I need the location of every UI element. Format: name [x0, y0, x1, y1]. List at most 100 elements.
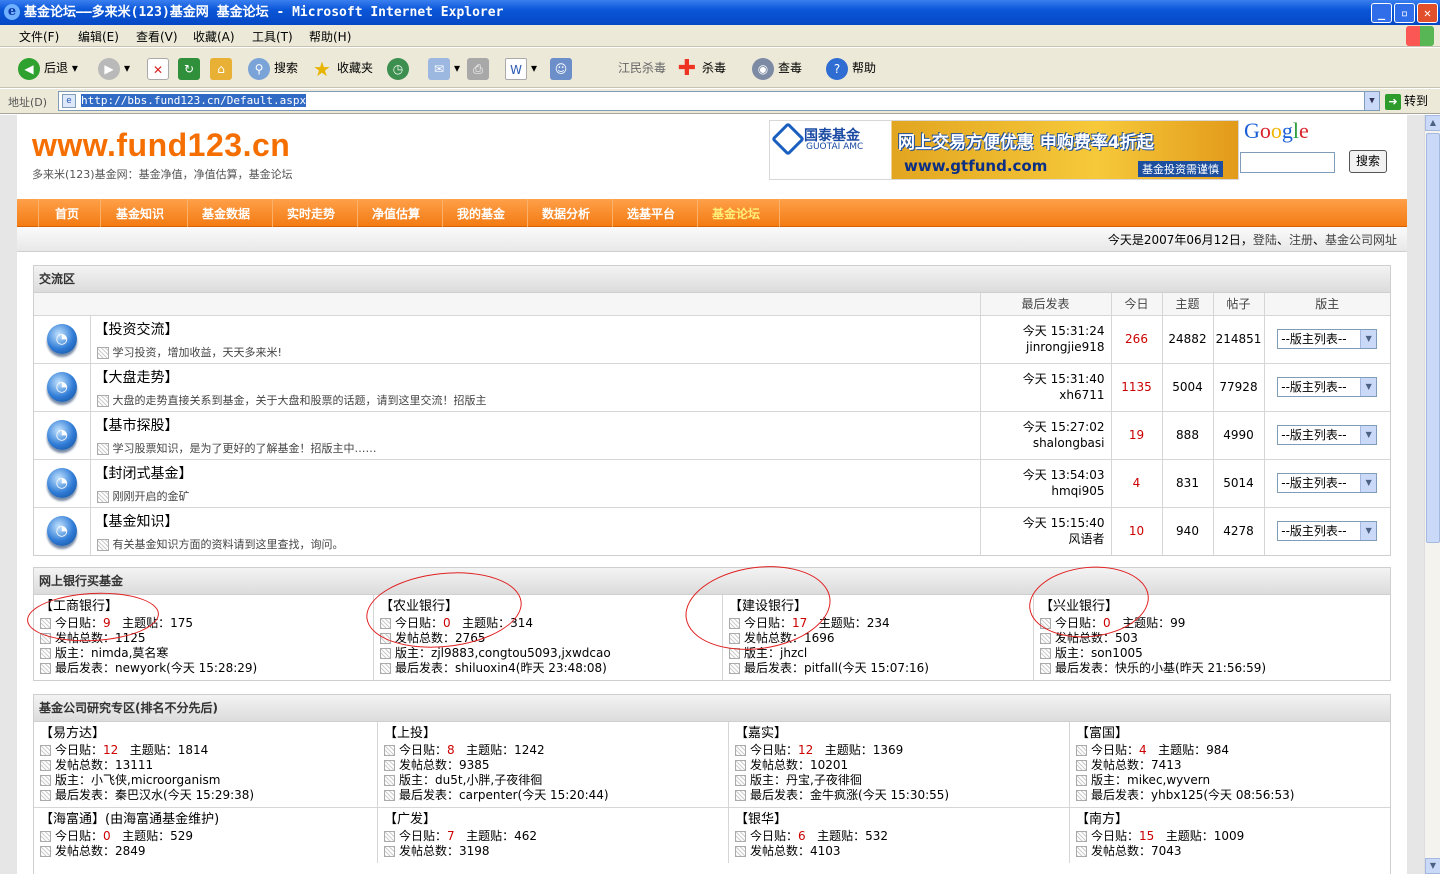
company-name[interactable]: 【银华】	[735, 812, 1063, 827]
nav-realtime[interactable]: 实时走势	[273, 199, 358, 227]
moderators[interactable]: son1005	[1091, 646, 1143, 660]
company-name[interactable]: 【南方】	[1076, 812, 1384, 827]
search-button[interactable]: ⚲ 搜索	[248, 56, 298, 80]
kill-virus-button[interactable]: ✚ 杀毒	[676, 56, 726, 80]
forum-name[interactable]: 【基金知识】	[95, 511, 980, 531]
moderators[interactable]: jhzcl	[780, 646, 807, 660]
last-post[interactable]: 秦巴汉水(今天 15:29:38)	[115, 788, 254, 802]
scroll-up-icon[interactable]: ▲	[1425, 115, 1440, 131]
nav-spacer	[17, 199, 39, 227]
scroll-down-icon[interactable]: ▼	[1425, 858, 1440, 874]
bank-name[interactable]: 【兴业银行】	[1040, 599, 1384, 614]
ad-banner[interactable]: 国泰基金 GUOTAI AMC 网上交易方便优惠 申购费率4折起 www.gtf…	[769, 120, 1239, 180]
forum-description: 刚刚开启的金矿	[91, 488, 980, 504]
last-post[interactable]: newyork(今天 15:28:29)	[115, 661, 257, 675]
bank-name[interactable]: 【建设银行】	[729, 599, 1027, 614]
moderator-select[interactable]: --版主列表-- ▼	[1277, 377, 1378, 397]
menu-view[interactable]: 查看(V)	[136, 28, 178, 45]
company-name[interactable]: 【富国】	[1076, 726, 1384, 741]
back-button[interactable]: ◀ 后退 ▾	[18, 56, 78, 80]
go-button[interactable]: ➜ 转到	[1385, 92, 1428, 110]
forum-name[interactable]: 【封闭式基金】	[95, 463, 980, 483]
forum-name[interactable]: 【投资交流】	[95, 319, 980, 339]
history-button[interactable]: ◷	[387, 56, 413, 80]
last-post[interactable]: pitfall(今天 15:07:16)	[804, 661, 929, 675]
login-link[interactable]: 登陆	[1253, 233, 1277, 247]
label-total: 发帖总数：	[1091, 758, 1152, 772]
moderator-select[interactable]: --版主列表-- ▼	[1277, 473, 1378, 493]
address-input[interactable]: e http://bbs.fund123.cn/Default.aspx ▼	[58, 91, 1380, 111]
last-post-time: 今天 15:15:40	[1022, 516, 1105, 531]
minimize-button[interactable]: _	[1371, 3, 1392, 23]
refresh-button[interactable]: ↻	[178, 56, 204, 80]
last-post[interactable]: carpenter(今天 15:20:44)	[459, 788, 609, 802]
last-post-user[interactable]: jinrongjie918	[981, 339, 1104, 355]
nav-data-analysis[interactable]: 数据分析	[528, 199, 613, 227]
last-post-user[interactable]: shalongbasi	[981, 435, 1105, 451]
moderators[interactable]: 丹宝,子夜徘徊	[786, 773, 862, 787]
label-total: 发帖总数：	[744, 631, 805, 645]
menu-file[interactable]: 文件(F)	[19, 28, 59, 45]
forum-name[interactable]: 【大盘走势】	[95, 367, 980, 387]
company-name[interactable]: 【上投】	[384, 726, 722, 741]
moderators[interactable]: mikec,wyvern	[1127, 773, 1210, 787]
moderator-select[interactable]: --版主列表-- ▼	[1277, 521, 1378, 542]
menu-help[interactable]: 帮助(H)	[309, 28, 351, 45]
scroll-thumb[interactable]	[1426, 133, 1440, 543]
forum-name[interactable]: 【基市探股】	[95, 415, 980, 435]
register-link[interactable]: 注册	[1289, 233, 1313, 247]
company-name[interactable]: 【海富通】(由海富通基金维护)	[40, 812, 371, 827]
print-button[interactable]: ⎙	[467, 56, 493, 80]
nav-home[interactable]: 首页	[41, 199, 101, 227]
scan-virus-button[interactable]: ◉ 查毒	[752, 56, 802, 80]
last-post-time: 今天 15:31:24	[1022, 324, 1105, 338]
company-name[interactable]: 【广发】	[384, 812, 722, 827]
last-post[interactable]: 快乐的小基(昨天 21:56:59)	[1115, 661, 1266, 675]
mail-button[interactable]: ✉ ▾	[428, 56, 460, 80]
edit-button[interactable]: W ▾	[505, 56, 537, 80]
last-post-user[interactable]: hmqi905	[981, 483, 1104, 499]
last-post[interactable]: 金牛疯涨(今天 15:30:55)	[810, 788, 949, 802]
company-sites-link[interactable]: 基金公司网址	[1325, 233, 1397, 247]
moderators[interactable]: 小飞侠,microorganism	[91, 773, 220, 787]
moderators[interactable]: zjl9883,congtou5093,jxwdcao	[431, 646, 611, 660]
last-post-user[interactable]: xh6711	[981, 387, 1104, 403]
last-post[interactable]: yhbx125(今天 08:56:53)	[1151, 788, 1294, 802]
moderators[interactable]: nimda,莫名寒	[91, 646, 168, 660]
company-name[interactable]: 【易方达】	[40, 726, 371, 741]
messenger-button[interactable]: ☺	[550, 56, 576, 80]
moderator-select[interactable]: --版主列表-- ▼	[1277, 329, 1378, 349]
menu-favorites[interactable]: 收藏(A)	[193, 28, 235, 45]
site-logo[interactable]: www.fund123.cn	[32, 127, 290, 164]
last-post[interactable]: shiluoxin4(昨天 23:48:08)	[455, 661, 607, 675]
maximize-button[interactable]: ▫	[1394, 3, 1415, 23]
last-post-user[interactable]: 风语者	[981, 531, 1104, 547]
home-button[interactable]: ⌂	[210, 56, 236, 80]
bank-name[interactable]: 【农业银行】	[380, 599, 716, 614]
label-last: 最后发表：	[55, 788, 116, 802]
moderator-select[interactable]: --版主列表-- ▼	[1277, 425, 1378, 445]
menu-tools[interactable]: 工具(T)	[252, 28, 293, 45]
vertical-scrollbar[interactable]: ▲ ▼	[1424, 115, 1440, 874]
company-name[interactable]: 【嘉实】	[735, 726, 1063, 741]
google-search-input[interactable]	[1240, 152, 1335, 173]
help-button[interactable]: ? 帮助	[826, 56, 876, 80]
nav-nav-estimate[interactable]: 净值估算	[358, 199, 443, 227]
nav-my-fund[interactable]: 我的基金	[443, 199, 528, 227]
close-button[interactable]: ✕	[1417, 3, 1438, 23]
google-search-button[interactable]: 搜索	[1349, 150, 1387, 173]
today-count: 7	[447, 829, 455, 843]
nav-fund-data[interactable]: 基金数据	[188, 199, 273, 227]
forward-button[interactable]: ▶ ▾	[98, 56, 130, 80]
nav-forum[interactable]: 基金论坛	[698, 199, 780, 227]
moderators[interactable]: du5t,小胖,子夜徘徊	[435, 773, 542, 787]
menu-edit[interactable]: 编辑(E)	[78, 28, 119, 45]
stop-button[interactable]: ✕	[147, 56, 173, 80]
nav-fund-knowledge[interactable]: 基金知识	[102, 199, 188, 227]
favorites-button[interactable]: ★ 收藏夹	[311, 56, 373, 80]
total-count: 3198	[459, 844, 490, 858]
address-dropdown-icon[interactable]: ▼	[1364, 91, 1380, 111]
label-last: 最后发表：	[744, 661, 805, 675]
nav-fund-platform[interactable]: 选基平台	[613, 199, 698, 227]
bank-name[interactable]: 【工商银行】	[40, 599, 367, 614]
